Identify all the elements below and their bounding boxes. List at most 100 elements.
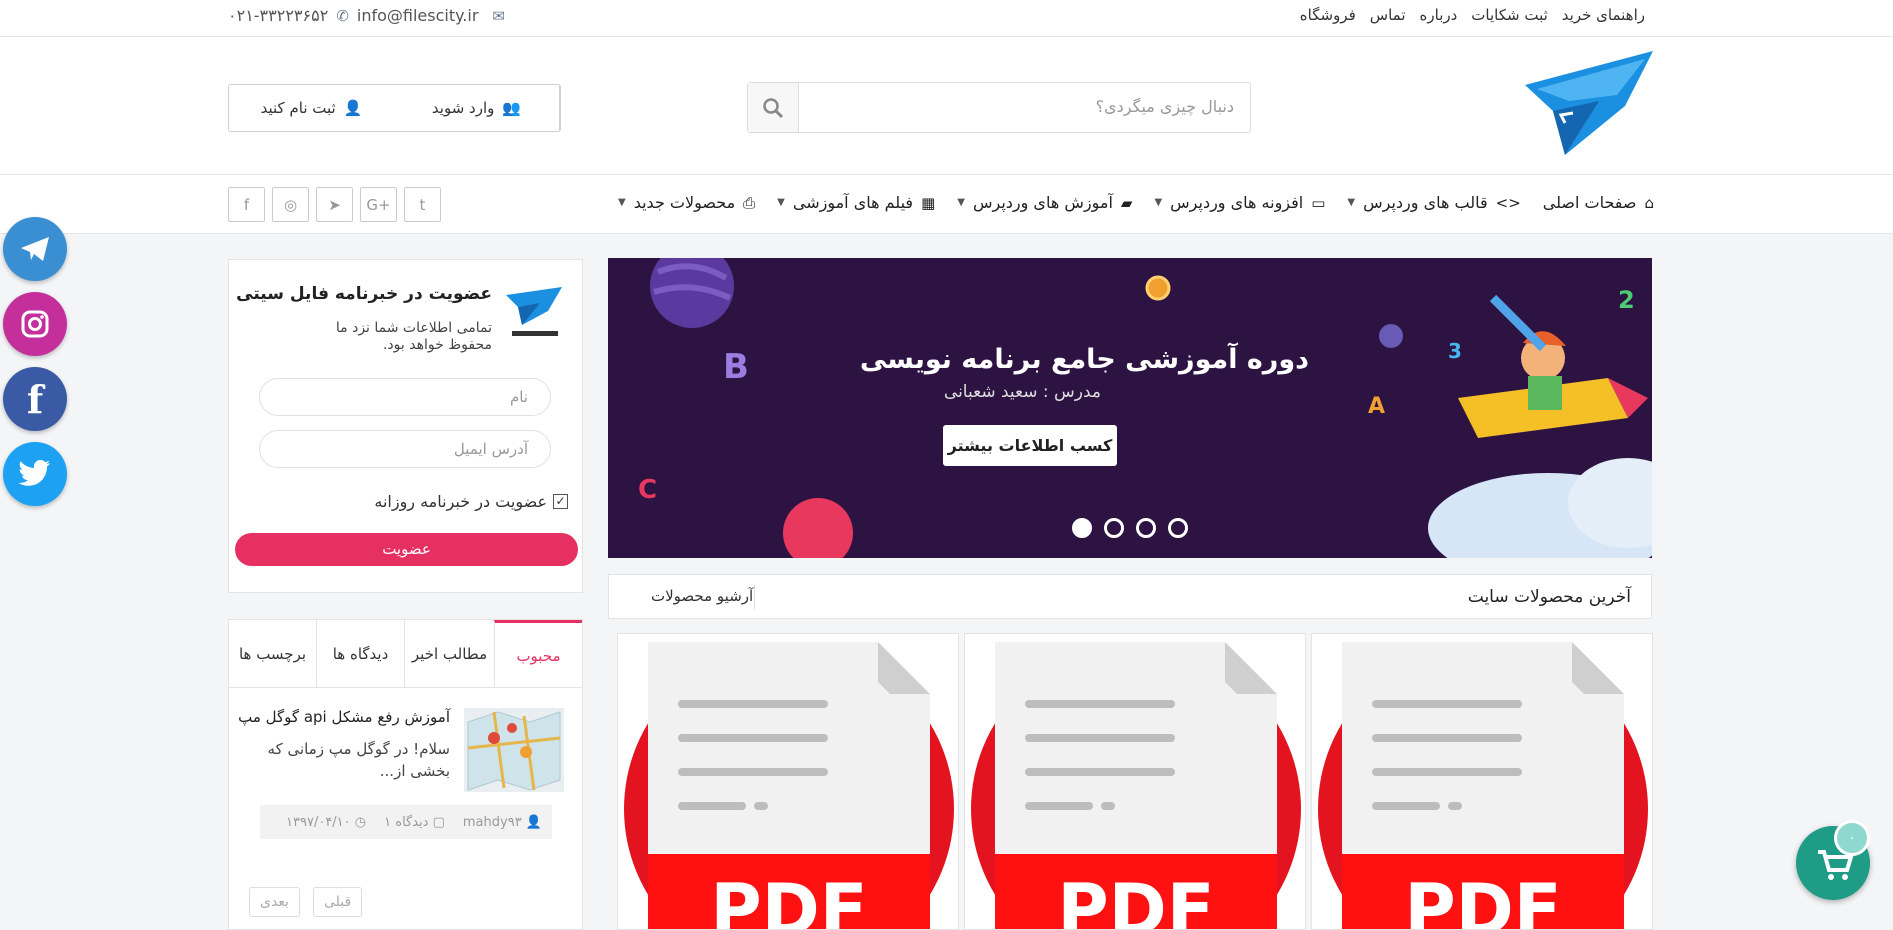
user-icon: 👤 <box>525 814 542 830</box>
post-thumbnail[interactable] <box>464 708 564 792</box>
search-icon <box>763 97 784 118</box>
search-box: دنبال چیزی میگردی؟ <box>747 82 1251 133</box>
telegram-icon <box>21 237 49 261</box>
top-link-contact[interactable]: تماس <box>1370 6 1406 24</box>
telegram-icon[interactable]: ➤ <box>316 187 353 222</box>
book-icon: ▰ <box>1120 193 1133 212</box>
float-instagram-button[interactable] <box>3 292 67 356</box>
post-date: ◷ ۱۳۹۷/۰۴/۱۰ <box>286 814 367 830</box>
chevron-down-icon: ▼ <box>777 197 785 208</box>
nav-item-home[interactable]: ⌂ صفحات اصلی <box>1543 193 1654 212</box>
chevron-down-icon: ▼ <box>1347 197 1356 208</box>
nav-social-links: f ◎ ➤ G+ t <box>228 187 441 222</box>
nav-item-label: قالب های وردپرس <box>1363 193 1488 212</box>
nav-item-plugins[interactable]: ▭ افزونه های وردپرس ▼ <box>1154 193 1325 212</box>
top-links: راهنمای خرید ثبت شکایات درباره تماس فروش… <box>1300 6 1645 24</box>
home-icon: ⌂ <box>1644 193 1654 212</box>
daily-newsletter-checkbox[interactable]: ✓ عضویت در خبرنامه روزانه <box>374 492 568 511</box>
twitter-icon[interactable]: t <box>404 187 441 222</box>
slider-dot-3[interactable] <box>1136 518 1156 538</box>
float-twitter-button[interactable] <box>3 442 67 506</box>
top-link-shop[interactable]: فروشگاه <box>1300 6 1356 24</box>
users-icon: 👥 <box>502 99 522 117</box>
film-icon: ▦ <box>921 193 936 212</box>
login-label: وارد شوید <box>431 99 495 117</box>
pdf-file-icon: PDF <box>624 642 954 929</box>
name-field[interactable]: نام <box>259 378 551 416</box>
check-icon: ✓ <box>553 494 568 509</box>
prev-button[interactable]: قبلی <box>313 887 363 917</box>
products-archive-link[interactable]: آرشیو محصولات <box>641 587 753 605</box>
facebook-icon[interactable]: f <box>228 187 265 222</box>
slider-dot-1[interactable] <box>1072 518 1092 538</box>
checkbox-label: عضویت در خبرنامه روزانه <box>374 492 547 511</box>
auth-group: 👤 ثبت نام کنید 👥 وارد شوید <box>228 84 561 132</box>
tab-comments[interactable]: دیدگاه ها <box>316 620 404 688</box>
product-card[interactable]: PDF <box>617 633 959 930</box>
clock-icon: ◷ <box>354 814 367 830</box>
nav-item-videos[interactable]: ▦ فیلم های آموزشی ▼ <box>777 193 935 212</box>
facebook-icon: f <box>26 376 44 422</box>
site-header: دنبال چیزی میگردی؟ 👤 ثبت نام کنید 👥 وارد… <box>0 37 1893 174</box>
svg-text:2: 2 <box>1618 286 1635 314</box>
envelope-icon: ✉ <box>492 6 505 25</box>
card-label: PDF <box>1057 869 1214 930</box>
svg-text:A: A <box>1368 394 1385 419</box>
site-logo[interactable] <box>1525 51 1653 155</box>
folder-icon: ▭ <box>1311 193 1326 212</box>
search-input[interactable]: دنبال چیزی میگردی؟ <box>1096 97 1234 116</box>
user-plus-icon: 👤 <box>343 99 363 117</box>
nav-item-label: افزونه های وردپرس <box>1170 193 1304 212</box>
top-link-complaints[interactable]: ثبت شکایات <box>1471 6 1548 24</box>
top-link-about[interactable]: درباره <box>1420 6 1458 24</box>
tab-popular[interactable]: محبوب <box>494 620 582 688</box>
map-icon <box>467 711 561 791</box>
float-telegram-button[interactable] <box>3 217 67 281</box>
divider <box>754 585 755 609</box>
comment-icon: ▢ <box>432 814 445 830</box>
twitter-icon <box>18 460 50 486</box>
tab-recent[interactable]: مطالب اخیر <box>404 620 494 688</box>
search-button[interactable] <box>748 83 799 132</box>
tab-tags[interactable]: برچسب ها <box>229 620 316 688</box>
top-link-guide[interactable]: راهنمای خرید <box>1562 6 1645 24</box>
print-icon: ⎙ <box>743 193 756 212</box>
hero-slider: B C A 2 3 دوره آموزشی جامع برنامه نویسی … <box>608 258 1652 558</box>
google-plus-icon[interactable]: G+ <box>360 187 397 222</box>
register-button[interactable]: 👤 ثبت نام کنید <box>229 85 394 131</box>
product-card[interactable]: PDF <box>1311 633 1653 930</box>
popular-post: آموزش رفع مشکل api گوگل مپ سلام! در گوگل… <box>228 687 583 930</box>
newsletter-description: تمامی اطلاعات شما نزد ما محفوظ خواهد بود… <box>335 320 492 353</box>
nav-item-themes[interactable]: <> قالب های وردپرس ▼ <box>1347 193 1520 212</box>
slider-dot-4[interactable] <box>1168 518 1188 538</box>
product-card[interactable]: PDF <box>964 633 1306 930</box>
slider-dot-2[interactable] <box>1104 518 1124 538</box>
email-text[interactable]: info@filescity.ir <box>357 6 479 25</box>
cart-button[interactable]: ۰ <box>1796 820 1870 900</box>
pdf-file-icon: PDF <box>1318 642 1648 929</box>
post-author: 👤 mahdy۹۳ <box>462 814 542 830</box>
slide-more-info-button[interactable]: کسب اطلاعات بیشتر <box>943 425 1117 466</box>
login-button[interactable]: 👥 وارد شوید <box>394 85 560 131</box>
top-bar: راهنمای خرید ثبت شکایات درباره تماس فروش… <box>0 0 1893 37</box>
sidebar-tabs: محبوب مطالب اخیر دیدگاه ها برچسب ها <box>228 619 583 689</box>
instagram-icon[interactable]: ◎ <box>272 187 309 222</box>
cart-count-badge: ۰ <box>1834 820 1870 856</box>
instagram-icon <box>21 310 49 338</box>
float-facebook-button[interactable]: f <box>3 367 67 431</box>
nav-item-new-products[interactable]: ⎙ محصولات جدید ▼ <box>618 193 755 212</box>
latest-products-header: آخرین محصولات سایت آرشیو محصولات <box>608 574 1652 619</box>
email-field[interactable]: آدرس ایمیل <box>259 430 551 468</box>
subscribe-button[interactable]: عضویت <box>235 533 578 566</box>
slide-subtitle: مدرس : سعید شعبانی <box>943 382 1101 402</box>
newsletter-logo <box>506 287 562 336</box>
main-nav: ⌂ صفحات اصلی <> قالب های وردپرس ▼ ▭ افزو… <box>0 174 1893 234</box>
svg-text:3: 3 <box>1448 339 1462 363</box>
post-title[interactable]: آموزش رفع مشکل api گوگل مپ <box>238 708 450 726</box>
pdf-file-icon: PDF <box>971 642 1301 930</box>
phone-icon: ✆ <box>336 6 349 25</box>
newsletter-title: عضویت در خبرنامه فایل سیتی <box>236 284 492 304</box>
nav-item-tutorials[interactable]: ▰ آموزش های وردپرس ▼ <box>957 193 1132 212</box>
next-button[interactable]: بعدی <box>249 887 300 917</box>
code-icon: <> <box>1495 193 1521 212</box>
